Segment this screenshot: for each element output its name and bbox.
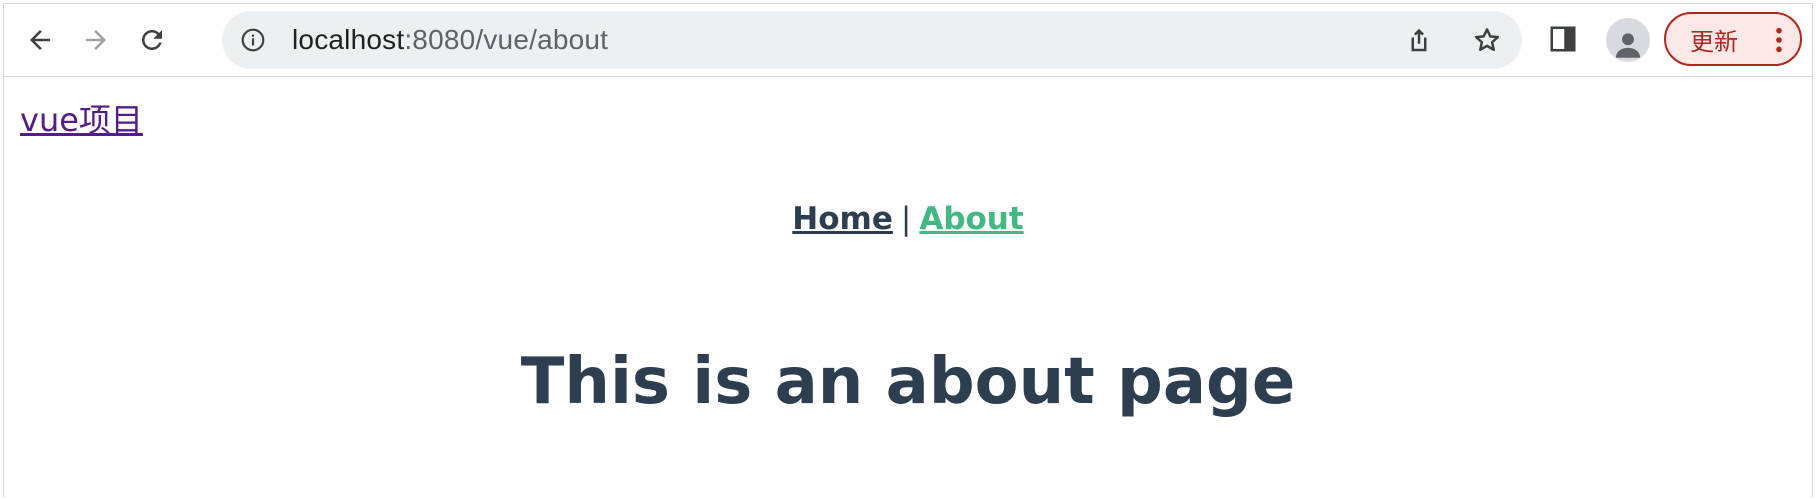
reload-icon [142,30,162,50]
url-path: :8080/vue/about [404,24,609,55]
avatar-icon [1615,33,1641,58]
forward-button[interactable] [74,18,118,62]
nav-about-link[interactable]: About [919,201,1023,237]
browser-toolbar: localhost:8080/vue/about 更新 [4,4,1812,77]
back-button[interactable] [18,18,62,62]
browser-window: localhost:8080/vue/about 更新 vue项目 Home |… [3,3,1813,497]
address-bar[interactable]: localhost:8080/vue/about [222,11,1522,69]
back-icon [30,30,50,50]
nav-home-link[interactable]: Home [792,201,893,237]
share-icon[interactable] [1404,25,1434,55]
info-icon[interactable] [240,27,266,53]
page-title: This is an about page [520,345,1296,419]
star-icon[interactable] [1472,25,1502,55]
profile-avatar[interactable] [1606,18,1650,62]
router-nav: Home | About [4,201,1812,237]
nav-separator: | [900,201,912,237]
vue-project-link[interactable]: vue项目 [20,95,143,141]
update-button[interactable]: 更新 [1664,12,1802,66]
side-panel-icon[interactable] [1548,24,1578,54]
more-vert-icon [1776,27,1782,53]
page-content: vue项目 Home | About This is an about page [4,77,1812,497]
forward-icon [86,30,106,50]
update-label: 更新 [1690,27,1738,56]
reload-button[interactable] [130,18,174,62]
url-host: localhost [292,24,405,55]
url-text[interactable]: localhost:8080/vue/about [292,11,608,69]
